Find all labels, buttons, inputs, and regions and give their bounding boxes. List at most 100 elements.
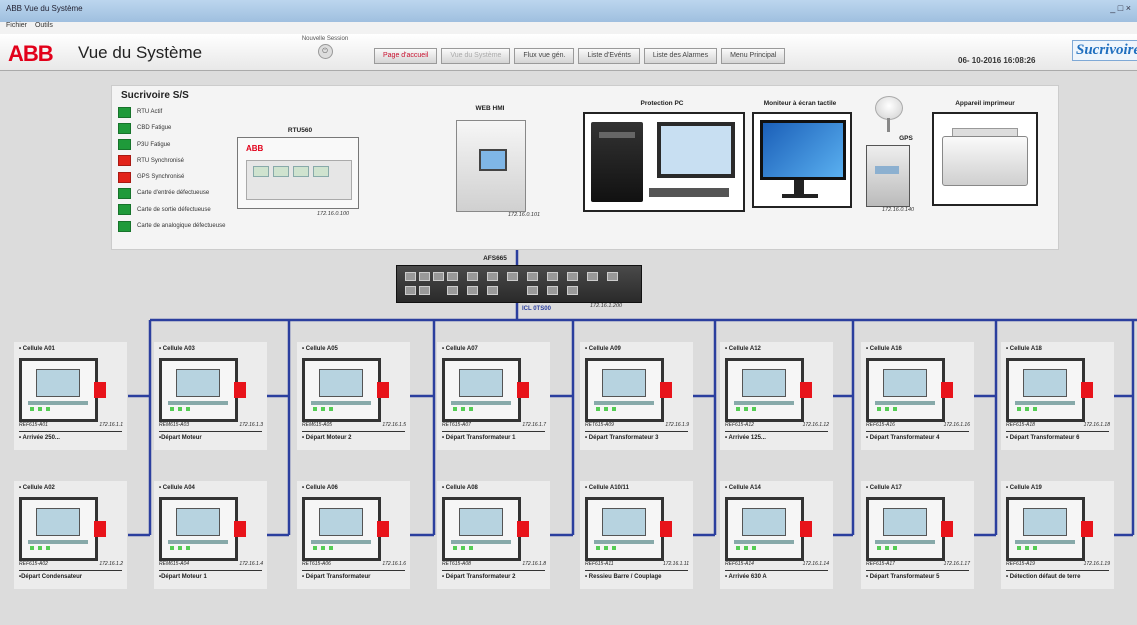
cell-card[interactable]: • Cellule A19 REF615-A19 172.16.1.19 • Déte… [1001, 481, 1114, 589]
cell-card[interactable]: • Cellule A08 RET615-A08 172.16.1.8 • Dépar… [437, 481, 550, 589]
cell-card[interactable]: • Cellule A06 RET615-A06 172.16.1.6 • Dépar… [297, 481, 410, 589]
cell-description[interactable]: • Départ Transformateur 2 [442, 574, 515, 580]
cell-description[interactable]: • Départ Transformateur 3 [585, 435, 658, 441]
pc-monitor [657, 122, 735, 178]
gps-device[interactable] [866, 145, 910, 207]
cell-card[interactable]: • Cellule A04 REM615-A04 172.16.1.4 •Départ… [154, 481, 267, 589]
cell-header[interactable]: • Cellule A12 [725, 346, 761, 352]
cell-header[interactable]: • Cellule A17 [866, 485, 902, 491]
cell-description[interactable]: • Départ Transformateur [302, 574, 370, 580]
relay-icon[interactable] [866, 358, 945, 422]
breaker-status-indicator[interactable] [234, 382, 246, 398]
rtu-device[interactable]: ABB [237, 137, 359, 209]
cell-card[interactable]: • Cellule A14 REF615-A14 172.16.1.14 • Arri… [720, 481, 833, 589]
breaker-status-indicator[interactable] [517, 521, 529, 537]
breaker-status-indicator[interactable] [377, 382, 389, 398]
breaker-status-indicator[interactable] [1081, 521, 1093, 537]
cell-header[interactable]: • Cellule A18 [1006, 346, 1042, 352]
status-rtu-sync: RTU Synchronisé [118, 155, 225, 167]
switch-port [487, 272, 498, 281]
cell-description[interactable]: • Départ Moteur 2 [302, 435, 351, 441]
cell-header[interactable]: • Cellule A03 [159, 346, 195, 352]
cell-description[interactable]: • Arrivée 630 A [725, 574, 767, 580]
cell-header[interactable]: • Cellule A08 [442, 485, 478, 491]
cell-header[interactable]: • Cellule A07 [442, 346, 478, 352]
relay-icon[interactable] [19, 358, 98, 422]
relay-icon[interactable] [442, 358, 521, 422]
protection-pc-device[interactable] [583, 112, 745, 212]
cell-card[interactable]: • Cellule A12 REF615-A12 172.16.1.12 • Arri… [720, 342, 833, 450]
cell-header[interactable]: • Cellule A19 [1006, 485, 1042, 491]
cell-header[interactable]: • Cellule A02 [19, 485, 55, 491]
cell-card[interactable]: • Cellule A16 REF615-A16 172.16.1.16 • Dépa… [861, 342, 974, 450]
divider [159, 431, 262, 432]
relay-icon[interactable] [585, 497, 664, 561]
printer-device[interactable] [932, 112, 1038, 206]
relay-led [38, 407, 42, 411]
cell-description[interactable]: •Départ Condensateur [19, 574, 82, 580]
cell-description[interactable]: • Départ Transformateur 4 [866, 435, 939, 441]
breaker-status-indicator[interactable] [94, 521, 106, 537]
relay-panel [1015, 540, 1075, 544]
cell-card[interactable]: • Cellule A01 REF615-A01 172.16.1.1 • Arriv… [14, 342, 127, 450]
relay-led [186, 407, 190, 411]
relay-led [461, 407, 465, 411]
breaker-status-indicator[interactable] [660, 521, 672, 537]
relay-icon[interactable] [1006, 497, 1085, 561]
breaker-status-indicator[interactable] [517, 382, 529, 398]
relay-icon[interactable] [866, 497, 945, 561]
cell-card[interactable]: • Cellule A07 RET615-A07 172.16.1.7 • Dépar… [437, 342, 550, 450]
relay-icon[interactable] [725, 497, 804, 561]
cell-description[interactable]: • Arrivée 125... [725, 435, 766, 441]
cell-card[interactable]: • Cellule A17 REF615-A17 172.16.1.17 • Dépa… [861, 481, 974, 589]
cell-description[interactable]: • Départ Transformateur 6 [1006, 435, 1079, 441]
cell-header[interactable]: • Cellule A04 [159, 485, 195, 491]
cell-card[interactable]: • Cellule A18 REF615-A18 172.16.1.18 • Dépa… [1001, 342, 1114, 450]
breaker-status-indicator[interactable] [800, 382, 812, 398]
cell-description[interactable]: • Ressieu Barre / Couplage [585, 574, 661, 580]
relay-led [1033, 546, 1037, 550]
web-hmi-device[interactable] [456, 120, 526, 212]
cell-header[interactable]: • Cellule A01 [19, 346, 55, 352]
cell-description[interactable]: •Départ Moteur 1 [159, 574, 207, 580]
relay-icon[interactable] [442, 497, 521, 561]
cell-header[interactable]: • Cellule A05 [302, 346, 338, 352]
breaker-status-indicator[interactable] [94, 382, 106, 398]
breaker-status-indicator[interactable] [234, 521, 246, 537]
cell-card[interactable]: • Cellule A05 REM615-A05 172.16.1.5 • Dépar… [297, 342, 410, 450]
cell-description[interactable]: • Arrivée 250... [19, 435, 60, 441]
cell-header[interactable]: • Cellule A06 [302, 485, 338, 491]
breaker-status-indicator[interactable] [800, 521, 812, 537]
cell-card[interactable]: • Cellule A09 RET615-A09 172.16.1.9 • Dépar… [580, 342, 693, 450]
relay-icon[interactable] [159, 497, 238, 561]
relay-icon[interactable] [302, 358, 381, 422]
cell-header[interactable]: • Cellule A16 [866, 346, 902, 352]
breaker-status-indicator[interactable] [377, 521, 389, 537]
relay-icon[interactable] [725, 358, 804, 422]
cell-description[interactable]: • Détection défaut de terre [1006, 574, 1080, 580]
cell-card[interactable]: • Cellule A02 REF615-A02 172.16.1.2 •Départ… [14, 481, 127, 589]
relay-icon[interactable] [159, 358, 238, 422]
cell-card[interactable]: • Cellule A10/11 REF615-A11 172.16.1.11 • R… [580, 481, 693, 589]
touch-monitor-device[interactable] [752, 112, 852, 208]
relay-icon[interactable] [1006, 358, 1085, 422]
cell-description[interactable]: • Départ Transformateur 1 [442, 435, 515, 441]
cell-description[interactable]: •Départ Moteur [159, 435, 202, 441]
cell-description[interactable]: • Départ Transformateur 5 [866, 574, 939, 580]
cell-header[interactable]: • Cellule A14 [725, 485, 761, 491]
breaker-status-indicator[interactable] [1081, 382, 1093, 398]
breaker-status-indicator[interactable] [941, 382, 953, 398]
network-switch[interactable] [396, 265, 642, 303]
relay-icon[interactable] [19, 497, 98, 561]
relay-led [736, 407, 740, 411]
relay-icon[interactable] [302, 497, 381, 561]
breaker-status-indicator[interactable] [660, 382, 672, 398]
hmi-screen [479, 149, 507, 171]
breaker-status-indicator[interactable] [941, 521, 953, 537]
cell-card[interactable]: • Cellule A03 REM615-A03 172.16.1.3 •Départ… [154, 342, 267, 450]
cell-header[interactable]: • Cellule A09 [585, 346, 621, 352]
relay-icon[interactable] [585, 358, 664, 422]
cell-header[interactable]: • Cellule A10/11 [585, 485, 629, 491]
relay-led [1025, 546, 1029, 550]
relay-led [877, 546, 881, 550]
